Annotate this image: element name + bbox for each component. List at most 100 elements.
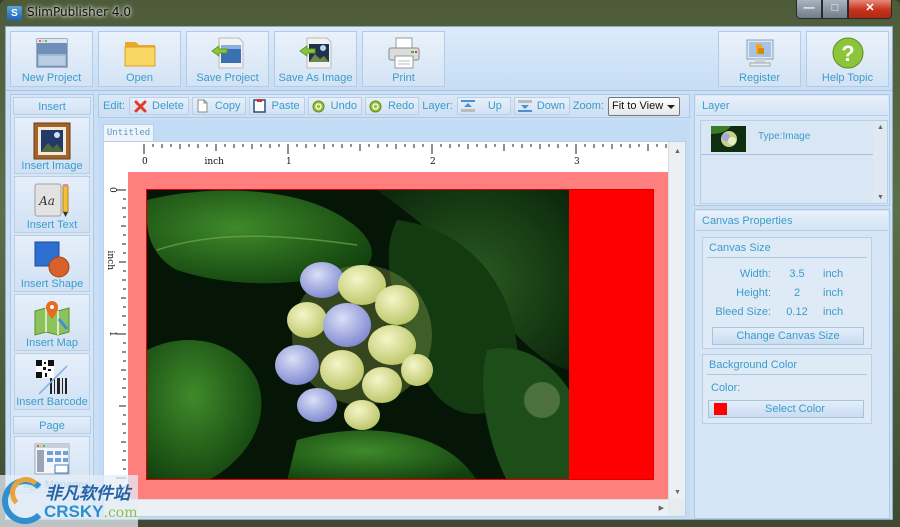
svg-text:?: ?: [841, 41, 854, 66]
layer-up-label: Up: [487, 100, 502, 112]
scroll-down-icon[interactable]: ▼: [674, 489, 681, 496]
insert-shape-button[interactable]: Insert Shape: [14, 235, 90, 292]
insert-image-button[interactable]: Insert Image: [14, 117, 90, 174]
background-color-title: Background Color: [707, 355, 867, 375]
copy-icon: [196, 99, 210, 113]
layer-up-button[interactable]: Up: [456, 97, 511, 115]
insert-map-label: Insert Map: [26, 337, 78, 349]
layer-down-button[interactable]: Down: [513, 97, 570, 115]
height-unit: inch: [823, 287, 844, 299]
watermark-brand: CRSKY: [44, 502, 104, 521]
layer-type-label: Type:Image: [758, 131, 811, 142]
insert-shape-label: Insert Shape: [20, 278, 84, 290]
zoom-label: Zoom:: [572, 100, 604, 112]
color-swatch: [714, 403, 727, 415]
app-window: S SlimPublisher 4.0 — □ ✕ New Project Op…: [0, 0, 900, 527]
shape-icon: [34, 241, 70, 278]
help-topic-button[interactable]: ? Help Topic: [806, 31, 889, 87]
document-tab[interactable]: Untitled: [103, 124, 154, 141]
canvas-view[interactable]: 0 1 2 3 inch 0 1 inch ▲ ▼ ▶: [103, 141, 686, 517]
svg-text:Aa: Aa: [38, 194, 55, 208]
layer-label: Layer:: [422, 100, 453, 112]
canvas-size-group: Canvas Size Width: 3.5 inch Height: 2 in…: [702, 237, 872, 349]
layer-list: Type:Image ▲ ▼: [700, 120, 888, 204]
ruler-label: 0: [107, 187, 117, 193]
watermark-cn-text: 非凡软件站: [45, 484, 130, 504]
height-label: Height:: [736, 287, 771, 299]
horizontal-scrollbar[interactable]: ▶: [104, 499, 670, 516]
edit-label: Edit:: [103, 100, 126, 112]
window-title: SlimPublisher 4.0: [27, 5, 131, 19]
color-label: Color:: [711, 382, 741, 394]
save-as-image-label: Save As Image: [278, 72, 353, 84]
help-icon: ?: [832, 37, 863, 69]
paste-button[interactable]: Paste: [248, 97, 305, 115]
layer-up-icon: [460, 99, 475, 113]
layer-thumbnail: [711, 126, 746, 152]
insert-map-button[interactable]: Insert Map: [14, 294, 90, 351]
select-color-button[interactable]: Select Color: [708, 400, 864, 418]
help-topic-label: Help Topic: [821, 72, 874, 84]
text-icon: Aa: [34, 183, 69, 217]
copy-label: Copy: [214, 100, 241, 112]
insert-text-button[interactable]: Aa Insert Text: [14, 176, 90, 233]
folder-icon: [124, 42, 155, 67]
width-label: Width:: [739, 268, 771, 280]
delete-icon: [133, 99, 147, 113]
canvas-page[interactable]: [146, 189, 654, 480]
insert-barcode-button[interactable]: Insert Barcode: [14, 353, 90, 410]
new-project-button[interactable]: New Project: [10, 31, 93, 87]
watermark-arc-icon: [10, 477, 42, 509]
redo-label: Redo: [387, 100, 415, 112]
scroll-up-icon[interactable]: ▲: [674, 148, 681, 155]
save-project-label: Save Project: [196, 72, 259, 84]
main-toolbar: New Project Open Save Project Save As Im…: [6, 27, 892, 91]
canvas-properties-title: Canvas Properties: [696, 211, 888, 231]
app-icon: S: [7, 6, 22, 21]
change-canvas-size-button[interactable]: Change Canvas Size: [712, 327, 864, 345]
zoom-value: Fit to View: [612, 100, 664, 112]
register-button[interactable]: Register: [718, 31, 801, 87]
height-row: Height: 2 inch: [703, 287, 873, 305]
map-icon: [34, 301, 70, 336]
bleed-size-label: Bleed Size:: [715, 306, 771, 318]
register-icon: [746, 39, 773, 67]
layer-scrollbar[interactable]: ▲ ▼: [873, 121, 887, 203]
scrollbar-corner: [668, 499, 685, 516]
scroll-right-icon[interactable]: ▶: [659, 504, 664, 512]
save-as-image-button[interactable]: Save As Image: [274, 31, 357, 87]
bleed-size-unit: inch: [823, 306, 844, 318]
redo-button[interactable]: Redo: [364, 97, 420, 115]
layer-item[interactable]: Type:Image: [701, 121, 873, 155]
save-project-button[interactable]: Save Project: [186, 31, 269, 87]
barcode-icon: [36, 360, 68, 395]
vertical-ruler: 0 1 inch: [104, 170, 128, 500]
printer-icon: [388, 37, 419, 69]
undo-button[interactable]: Undo: [307, 97, 362, 115]
open-button[interactable]: Open: [98, 31, 181, 87]
close-button[interactable]: ✕: [848, 0, 892, 19]
minimize-button[interactable]: —: [796, 0, 822, 19]
watermark-suffix: .com: [103, 505, 138, 521]
layer-panel: Layer Type:Image ▲ ▼: [694, 94, 890, 206]
scroll-down-icon[interactable]: ▼: [877, 194, 884, 201]
canvas-properties-panel: Canvas Properties Canvas Size Width: 3.5…: [694, 209, 890, 519]
zoom-select[interactable]: Fit to View: [608, 96, 680, 116]
save-image-icon: [298, 37, 331, 69]
bleed-size-value: 0.12: [786, 306, 808, 318]
watermark-logo: 非凡软件站 CRSKY.com: [0, 475, 138, 527]
watermark-en-text: CRSKY.com: [44, 502, 138, 522]
title-bar: S SlimPublisher 4.0 — □ ✕: [0, 0, 900, 26]
vertical-scrollbar[interactable]: ▲ ▼: [668, 142, 685, 500]
ruler-label: 3: [574, 157, 580, 167]
delete-button[interactable]: Delete: [129, 97, 189, 115]
copy-button[interactable]: Copy: [191, 97, 246, 115]
maximize-button[interactable]: □: [822, 0, 848, 19]
scroll-up-icon[interactable]: ▲: [877, 124, 884, 131]
print-button[interactable]: Print: [362, 31, 445, 87]
paste-label: Paste: [271, 100, 300, 112]
layer-panel-title: Layer: [696, 96, 888, 116]
undo-label: Undo: [330, 100, 357, 112]
delete-label: Delete: [152, 100, 184, 112]
hydrangea-image[interactable]: [147, 190, 569, 480]
